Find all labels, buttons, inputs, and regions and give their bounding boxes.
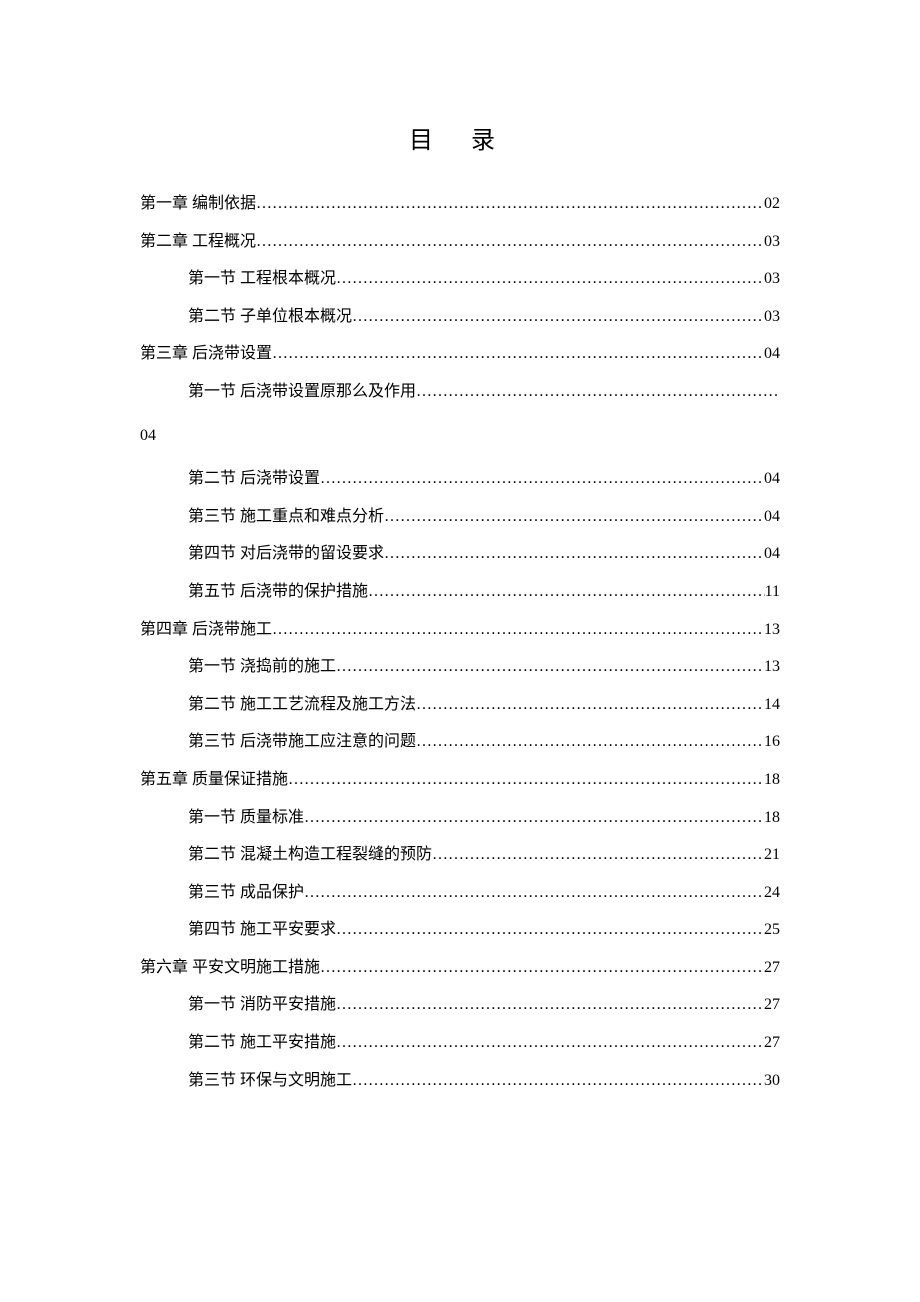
toc-entry: 第三节 后浇带施工应注意的问题 16 <box>188 723 780 761</box>
toc-entry: 第一节 工程根本概况 03 <box>188 260 780 298</box>
toc-leader-dots <box>416 373 780 411</box>
toc-entry: 第五章 质量保证措施 18 <box>140 761 780 799</box>
toc-entry-label: 第一节 后浇带设置原那么及作用 <box>188 373 416 411</box>
toc-leader-dots <box>256 223 764 261</box>
toc-entry-label: 第四节 对后浇带的留设要求 <box>188 535 384 573</box>
toc-entry: 第二章 工程概况 03 <box>140 223 780 261</box>
toc-entry-label: 第六章 平安文明施工措施 <box>140 949 320 987</box>
toc-entry-label: 第一节 工程根本概况 <box>188 260 336 298</box>
toc-entry: 第二节 后浇带设置 04 <box>188 460 780 498</box>
toc-leader-dots <box>416 686 764 724</box>
toc-entry-page: 27 <box>764 949 780 987</box>
toc-entry-label: 第一章 编制依据 <box>140 185 256 223</box>
toc-entry-page: 13 <box>764 611 780 649</box>
toc-entry-label: 第五章 质量保证措施 <box>140 761 288 799</box>
toc-leader-dots <box>368 573 765 611</box>
toc-entry: 第二节 混凝土构造工程裂缝的预防 21 <box>188 836 780 874</box>
toc-leader-dots <box>288 761 764 799</box>
toc-entry-label: 第二章 工程概况 <box>140 223 256 261</box>
toc-entry-label: 第三章 后浇带设置 <box>140 335 272 373</box>
toc-entry-page: 18 <box>764 799 780 837</box>
toc-entry: 第四节 对后浇带的留设要求 04 <box>188 535 780 573</box>
toc-entry-page: 18 <box>764 761 780 799</box>
toc-entry: 第五节 后浇带的保护措施 11 <box>188 573 780 611</box>
toc-entry: 第六章 平安文明施工措施 27 <box>140 949 780 987</box>
toc-entry: 第二节 施工平安措施 27 <box>188 1024 780 1062</box>
toc-entry-page: 27 <box>764 1024 780 1062</box>
toc-leader-dots <box>256 185 764 223</box>
toc-entry: 第一章 编制依据 02 <box>140 185 780 223</box>
toc-title: 目 录 <box>140 120 780 155</box>
toc-entry-page: 13 <box>764 648 780 686</box>
toc-entry-label: 第二节 后浇带设置 <box>188 460 320 498</box>
toc-entry-label: 第三节 成品保护 <box>188 874 304 912</box>
toc-entry-label: 第三节 后浇带施工应注意的问题 <box>188 723 416 761</box>
toc-entry-page: 11 <box>765 573 780 611</box>
toc-leader-dots <box>416 723 764 761</box>
toc-leader-dots <box>384 498 764 536</box>
toc-entry-label: 第二节 混凝土构造工程裂缝的预防 <box>188 836 432 874</box>
toc-entry-label: 第一节 质量标准 <box>188 799 304 837</box>
toc-leader-dots <box>272 335 764 373</box>
toc-entry-label: 第四节 施工平安要求 <box>188 911 336 949</box>
toc-entry-page: 04 <box>764 460 780 498</box>
toc-entry-page: 04 <box>764 335 780 373</box>
toc-entry: 第三章 后浇带设置 04 <box>140 335 780 373</box>
toc-entry: 第二节 子单位根本概况 03 <box>188 298 780 336</box>
toc-entry: 第四节 施工平安要求 25 <box>188 911 780 949</box>
toc-entry: 第三节 环保与文明施工 30 <box>188 1062 780 1100</box>
toc-entry: 第一节 后浇带设置原那么及作用 <box>188 373 780 411</box>
toc-entry-page: 02 <box>764 185 780 223</box>
toc-leader-dots <box>336 1024 764 1062</box>
toc-leader-dots <box>304 799 764 837</box>
toc-leader-dots <box>336 260 764 298</box>
toc-entry-page: 04 <box>764 535 780 573</box>
toc-leader-dots <box>336 648 764 686</box>
toc-entry-label: 第一节 消防平安措施 <box>188 986 336 1024</box>
toc-entry-label: 第三节 施工重点和难点分析 <box>188 498 384 536</box>
toc-entry: 第三节 成品保护 24 <box>188 874 780 912</box>
toc-entry-label: 第二节 施工平安措施 <box>188 1024 336 1062</box>
toc-entry-label: 第一节 浇捣前的施工 <box>188 648 336 686</box>
toc-leader-dots <box>320 460 764 498</box>
toc-container: 第一章 编制依据02第二章 工程概况03第一节 工程根本概况03第二节 子单位根… <box>140 185 780 1099</box>
toc-entry-label: 第五节 后浇带的保护措施 <box>188 573 368 611</box>
toc-entry-label: 第二节 施工工艺流程及施工方法 <box>188 686 416 724</box>
toc-entry: 第二节 施工工艺流程及施工方法 14 <box>188 686 780 724</box>
toc-entry-label: 第三节 环保与文明施工 <box>188 1062 352 1100</box>
toc-entry-page: 24 <box>764 874 780 912</box>
toc-leader-dots <box>432 836 764 874</box>
toc-entry: 第一节 质量标准 18 <box>188 799 780 837</box>
toc-leader-dots <box>352 1062 764 1100</box>
toc-orphan-page: 04 <box>140 417 780 455</box>
toc-leader-dots <box>352 298 764 336</box>
toc-entry-page: 30 <box>764 1062 780 1100</box>
toc-entry: 第四章 后浇带施工 13 <box>140 611 780 649</box>
toc-leader-dots <box>320 949 764 987</box>
toc-entry-page: 04 <box>764 498 780 536</box>
toc-entry: 第一节 消防平安措施 27 <box>188 986 780 1024</box>
toc-entry-page: 03 <box>764 260 780 298</box>
toc-entry-label: 第四章 后浇带施工 <box>140 611 272 649</box>
toc-entry-page: 27 <box>764 986 780 1024</box>
toc-entry-page: 16 <box>764 723 780 761</box>
toc-entry-page: 03 <box>764 298 780 336</box>
toc-leader-dots <box>336 986 764 1024</box>
toc-entry: 第一节 浇捣前的施工 13 <box>188 648 780 686</box>
toc-entry-page: 21 <box>764 836 780 874</box>
toc-entry-page: 25 <box>764 911 780 949</box>
toc-leader-dots <box>384 535 764 573</box>
toc-entry-page: 14 <box>764 686 780 724</box>
toc-leader-dots <box>272 611 764 649</box>
toc-entry-label: 第二节 子单位根本概况 <box>188 298 352 336</box>
toc-entry-page: 03 <box>764 223 780 261</box>
toc-entry: 第三节 施工重点和难点分析 04 <box>188 498 780 536</box>
toc-leader-dots <box>304 874 764 912</box>
toc-leader-dots <box>336 911 764 949</box>
